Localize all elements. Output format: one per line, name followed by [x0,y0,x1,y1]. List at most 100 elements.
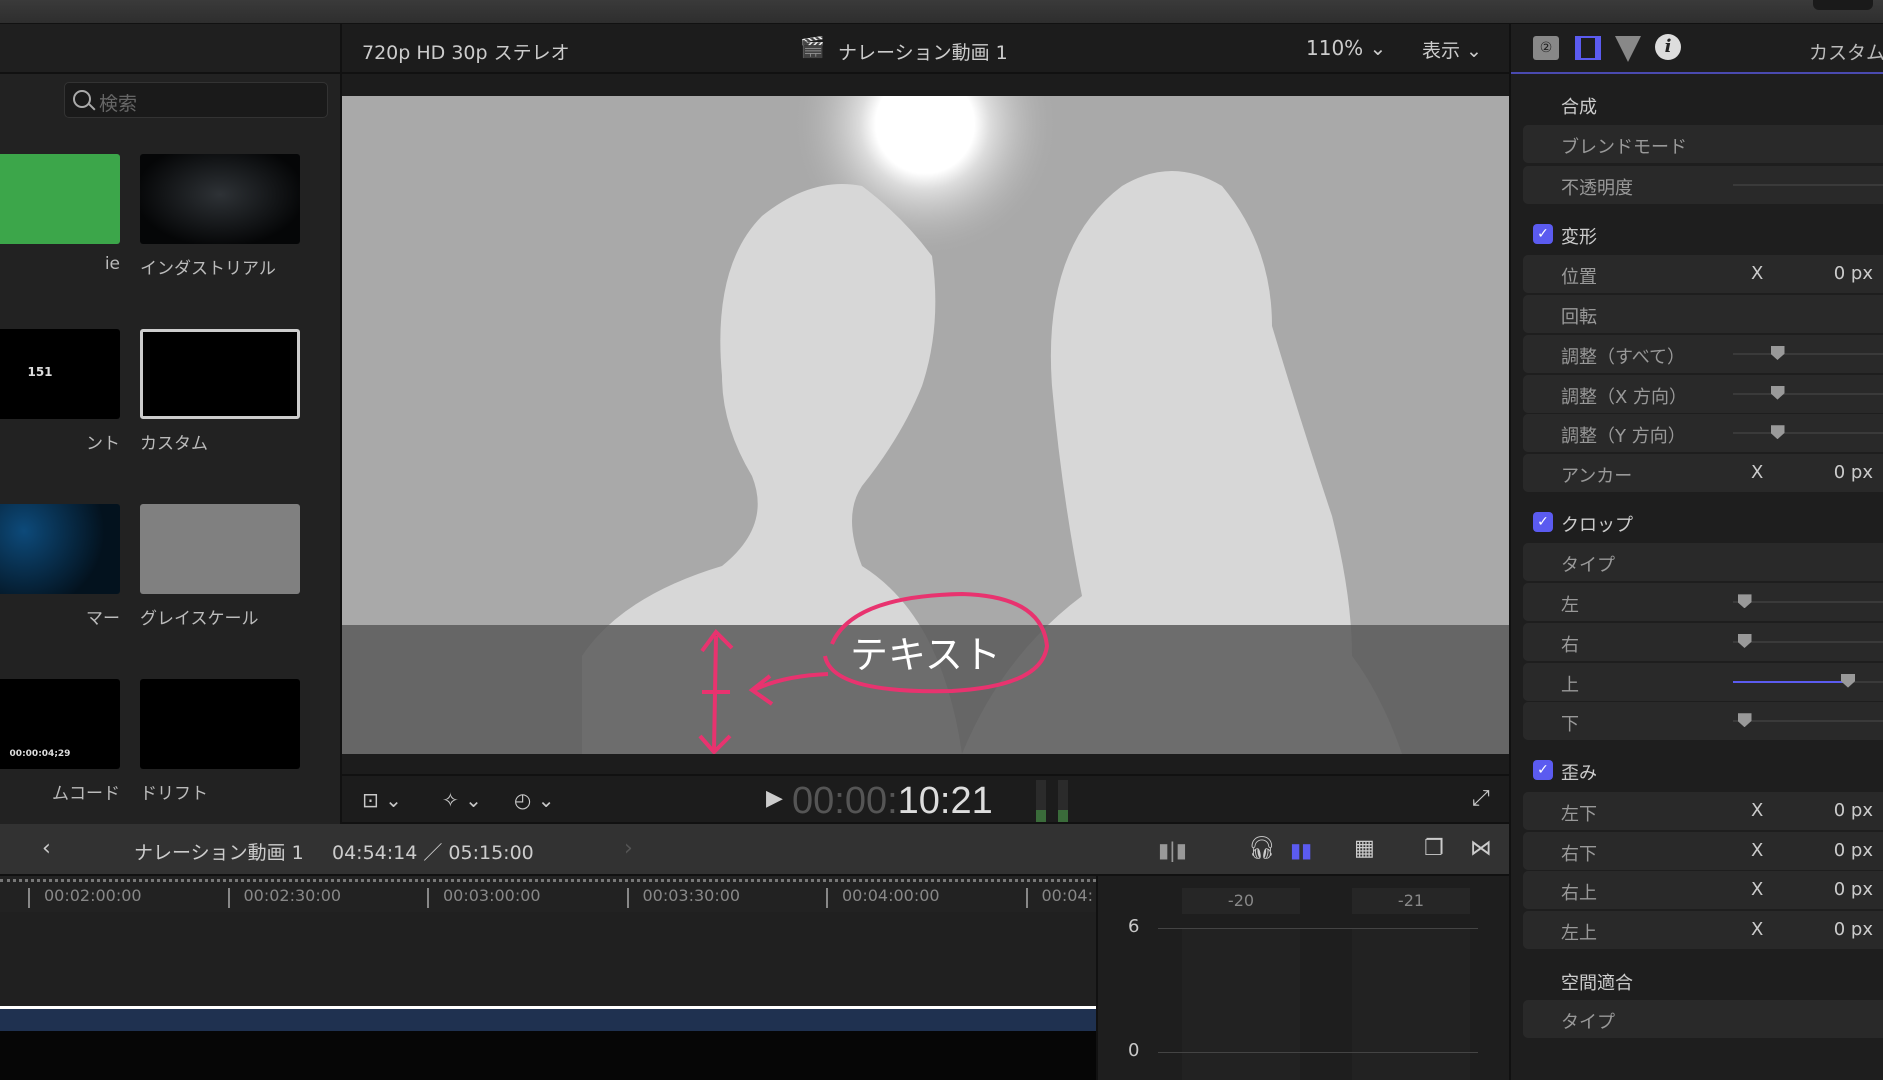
slider[interactable] [1733,183,1883,186]
title-bar-button[interactable] [1813,0,1873,10]
audio-level-left [1036,780,1046,822]
x-label: X [1751,839,1764,861]
format-label: 720p HD 30p ステレオ [362,42,570,64]
back-arrow-icon[interactable]: ‹ [42,836,51,861]
row-label: 左上 [1561,923,1597,944]
section-checkbox[interactable]: ✓ [1533,224,1553,244]
slider-knob[interactable] [1737,594,1752,609]
inspector: ② i カスタム 合成 ブレンドモード 不透明度 ✓ 変形 位置 X 0 px 回転 調整（すべて… [1509,24,1883,1080]
zoom-dropdown[interactable]: 110% ⌄ [1306,36,1386,60]
inspector-row[interactable]: 右下 X 0 px [1523,831,1883,870]
section-checkbox[interactable]: ✓ [1533,512,1553,532]
row-value[interactable]: 0 px [1834,919,1873,940]
row-label: クロップ [1561,515,1633,536]
row-label: 変形 [1561,227,1597,248]
inspector-row[interactable]: 調整（すべて） [1523,335,1883,373]
inspector-row[interactable]: 不透明度 [1523,165,1883,204]
skimming-icon[interactable]: ▮|▮ [1158,838,1187,862]
slider[interactable] [1733,594,1883,609]
row-label: 調整（すべて） [1561,347,1686,368]
timecode-display[interactable]: 00:00:10:21 [792,780,993,823]
inspector-row[interactable]: 右 [1523,623,1883,661]
meter-scale-6: 6 [1128,916,1140,937]
row-label: タイプ [1561,554,1615,576]
audio-inspector-icon[interactable]: ② [1533,36,1559,60]
ruler-label: 00:04: [1041,886,1094,905]
slider-knob[interactable] [1770,425,1785,440]
video-inspector-icon[interactable] [1575,36,1601,60]
generator-label: ムコード [52,784,120,804]
slider[interactable] [1733,385,1883,400]
forward-arrow-icon[interactable]: › [624,836,633,861]
inspector-row[interactable]: 左上 X 0 px [1523,911,1883,949]
generator-thumbnail[interactable]: 00:00:04;29 [0,679,120,769]
timeline-track-area[interactable] [0,912,1096,1080]
generator-thumbnail[interactable] [140,679,300,769]
inspector-row[interactable]: 調整（Y 方向） [1523,414,1883,453]
effects-browser-icon[interactable]: ❐ [1424,836,1444,861]
row-value[interactable]: 0 px [1834,462,1873,483]
enhance-menu-icon[interactable]: ✧ ⌄ [442,788,482,812]
timeline-empty-track [0,1031,1096,1080]
timeline-ruler[interactable]: 00:02:00:00 00:02:30:00 00:03:00:00 00:03:3… [0,876,1096,912]
view-menu[interactable]: 表示 ⌄ [1422,36,1482,63]
generator-label: ント [86,434,120,454]
row-label: 調整（X 方向） [1561,386,1688,408]
speed-menu-icon[interactable]: ◴ ⌄ [514,788,555,812]
play-button[interactable]: ▶ [766,786,783,811]
generator-thumbnail[interactable]: 151 [0,329,120,419]
timeline-position: 04:54:14 ／ 05:15:00 [332,842,534,864]
ruler-label: 00:03:30:00 [642,886,741,905]
generator-thumbnail[interactable] [0,154,120,244]
slider[interactable] [1733,634,1883,648]
thumbnail-text: 00:00:04;29 [9,749,71,759]
inspector-row: ✓ 変形 [1511,215,1883,253]
section-checkbox[interactable]: ✓ [1533,760,1553,781]
inspector-row[interactable]: 調整（X 方向） [1523,374,1883,413]
slider-knob[interactable] [1770,385,1785,400]
transform-menu-icon[interactable]: ⊡ ⌄ [362,788,402,812]
snapping-icon[interactable]: ▮▮ [1290,838,1312,862]
inspector-row[interactable]: 左下 X 0 px [1523,792,1883,831]
row-label: 右 [1561,635,1579,656]
video-frame[interactable]: テキスト [342,96,1509,754]
inspector-row[interactable]: 右上 X 0 px [1523,871,1883,910]
slider-knob[interactable] [1737,713,1752,728]
row-value[interactable]: 0 px [1834,840,1873,861]
slider-knob[interactable] [1770,346,1785,360]
inspector-row[interactable]: 左 [1523,583,1883,622]
inspector-row[interactable]: 上 [1523,662,1883,701]
slider[interactable] [1733,713,1883,728]
inspector-row[interactable]: 下 [1523,702,1883,741]
ruler-tick [626,888,629,908]
slider[interactable] [1733,425,1883,440]
search-input[interactable]: 検索 [64,82,328,118]
row-value[interactable]: 0 px [1834,263,1873,284]
generator-thumbnail[interactable] [0,504,120,594]
audio-meters: -20 -21 6 0 [1096,876,1509,1080]
row-label: 右上 [1561,883,1597,905]
headphones-icon[interactable]: 🎧︎ [1248,836,1276,861]
meter-peak-left: -20 [1182,888,1300,914]
generator-thumbnail[interactable] [140,329,300,419]
inspector-row: タイプ [1523,999,1883,1038]
row-value[interactable]: 0 px [1834,800,1873,821]
color-inspector-icon[interactable] [1615,36,1641,62]
inspector-row[interactable]: 位置 X 0 px [1523,254,1883,293]
generator-thumbnail[interactable] [140,504,300,594]
transitions-browser-icon[interactable]: ⋈ [1470,836,1492,861]
slider[interactable] [1733,673,1883,688]
fullscreen-icon[interactable]: ⤢ [1472,786,1490,811]
info-inspector-icon[interactable]: i [1655,34,1681,60]
inspector-row[interactable]: アンカー X 0 px [1523,453,1883,492]
slider-knob[interactable] [1841,673,1855,688]
zoom-value: 110% [1306,36,1364,60]
generator-thumbnail[interactable] [140,154,300,244]
row-value[interactable]: 0 px [1834,879,1873,900]
timeline-clip[interactable] [0,1009,1096,1031]
slider[interactable] [1733,346,1883,360]
clip-appearance-icon[interactable]: ▦ [1354,836,1375,861]
slider-knob[interactable] [1737,634,1752,648]
row-label: 上 [1561,674,1579,696]
ruler-label: 00:04:00:00 [842,886,940,905]
